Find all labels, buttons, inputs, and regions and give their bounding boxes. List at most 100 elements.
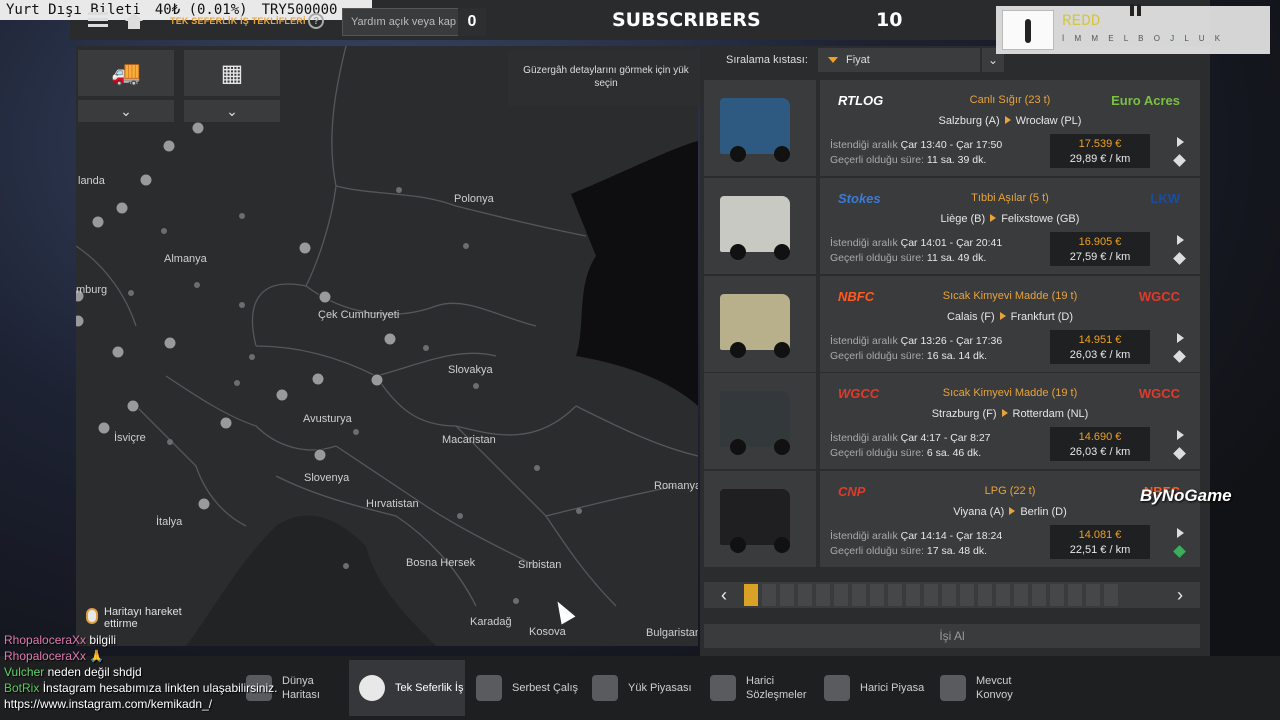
page-indicator[interactable] (906, 584, 920, 606)
diamond-icon (1173, 447, 1186, 460)
play-icon[interactable] (1177, 333, 1184, 343)
take-job-button[interactable]: İşi Al (704, 624, 1200, 648)
map-label-poland: Polonya (454, 193, 494, 205)
page-indicator[interactable] (1032, 584, 1046, 606)
truck-wheel (774, 439, 790, 455)
truck-wheel (774, 342, 790, 358)
validity-label: Geçerli olduğu süre: (830, 447, 924, 459)
menu-icon[interactable] (88, 12, 108, 28)
time-window: İstendiği aralık Çar 13:40 - Çar 17:50 (830, 139, 1002, 151)
tab-convoy[interactable]: Mevcut Konvoy (930, 660, 1044, 716)
tab-cargo-market[interactable]: Yük Piyasası (582, 660, 700, 716)
page-indicator[interactable] (744, 584, 758, 606)
route-to: Berlin (D) (1020, 506, 1067, 518)
page-indicator[interactable] (1014, 584, 1028, 606)
stream-chat: RhopaloceraXx bilgili RhopaloceraXx 🙏 Vu… (4, 632, 277, 712)
play-icon[interactable] (1177, 430, 1184, 440)
page-indicator[interactable] (1086, 584, 1100, 606)
chat-message: bilgili (89, 633, 117, 647)
arrow-right-icon (999, 312, 1006, 320)
tab-external-market[interactable]: Harici Piyasa (814, 660, 928, 716)
page-indicator[interactable] (852, 584, 866, 606)
route-tooltip: Güzergâh detaylarını görmek için yük seç… (508, 50, 704, 106)
page-indicator[interactable] (834, 584, 848, 606)
chat-user: Vulcher (4, 665, 45, 679)
target-company-logo: Euro Acres (1111, 92, 1180, 108)
page-indicator[interactable] (780, 584, 794, 606)
play-icon[interactable] (1177, 528, 1184, 538)
map-move-hint: Haritayı hareket ettirme (86, 606, 206, 630)
truck-thumbnail (704, 178, 816, 274)
price-per-km: 29,89 € / km (1069, 153, 1131, 165)
price-per-km: 26,03 € / km (1069, 446, 1131, 458)
pause-icon[interactable] (1130, 4, 1144, 18)
map-label-netherlands: landa (78, 175, 105, 187)
map-label-italy: İtalya (156, 516, 183, 528)
job-card[interactable]: Stokes Tıbbi Aşılar (5 t) LKW Liège (B) Feli… (704, 178, 1200, 274)
page-indicator[interactable] (762, 584, 776, 606)
sort-select[interactable]: Fiyat (818, 48, 980, 72)
contracts-icon (710, 675, 736, 701)
tab-one-time-job[interactable]: Tek Seferlik İş (349, 660, 465, 716)
route: Salzburg (A) Wrocław (PL) (820, 115, 1200, 127)
home-icon[interactable] (124, 12, 144, 30)
price-box: 16.905 € 27,59 € / km (1050, 232, 1150, 266)
truck-thumbnail (704, 80, 816, 176)
page-indicator[interactable] (798, 584, 812, 606)
time-window-label: İstendiği aralık (830, 237, 898, 249)
time-window-value: Çar 13:40 - Çar 17:50 (900, 139, 1003, 151)
page-indicator[interactable] (924, 584, 938, 606)
cargo-filter-button[interactable]: ▦ (184, 50, 280, 96)
prev-page-button[interactable]: ‹ (704, 582, 744, 608)
page-indicator[interactable] (942, 584, 956, 606)
tab-label: Mevcut Konvoy (976, 675, 1013, 701)
arrow-right-icon (990, 214, 997, 222)
world-map[interactable]: 🚚 ⌄ ▦ ⌄ Polonya Almanya Çek Cumhuriyeti … (76, 46, 698, 646)
map-label-czech: Çek Cumhuriyeti (318, 309, 400, 321)
page-indicator[interactable] (1068, 584, 1082, 606)
truck-thumbnail (704, 471, 816, 567)
job-card[interactable]: WGCC Sıcak Kimyevi Madde (19 t) WGCC Strazb… (704, 373, 1200, 469)
diamond-icon (1173, 252, 1186, 265)
tab-label: Tek Seferlik İş (395, 682, 464, 694)
subscribers-label: SUBSCRIBERS (612, 9, 761, 31)
page-indicator[interactable] (960, 584, 974, 606)
tab-freelance[interactable]: Serbest Çalış (466, 660, 582, 716)
job-card[interactable]: NBFC Sıcak Kimyevi Madde (19 t) WGCC Calais… (704, 276, 1200, 372)
page-indicator[interactable] (870, 584, 884, 606)
truck-thumbnail (704, 276, 816, 372)
play-icon[interactable] (1177, 235, 1184, 245)
page-indicator[interactable] (1050, 584, 1064, 606)
crate-icon (592, 675, 618, 701)
validity: Geçerli olduğu süre: 6 sa. 46 dk. (830, 447, 981, 459)
chat-line: RhopaloceraXx 🙏 (4, 648, 277, 664)
tab-label: Dünya Haritası (282, 675, 320, 701)
search-count: 0 (458, 8, 486, 36)
clock-icon (359, 675, 385, 701)
page-indicator[interactable] (996, 584, 1010, 606)
map-label-bulgaria: Bulgaristan (646, 627, 698, 639)
streamer-avatar (1002, 10, 1054, 50)
chat-line: Vulcher neden değil shdjd (4, 664, 277, 680)
help-icon[interactable]: ? (308, 13, 324, 29)
next-page-button[interactable]: › (1160, 582, 1200, 608)
truck-filter-dropdown[interactable]: ⌄ (78, 100, 174, 122)
cargo-filter-dropdown[interactable]: ⌄ (184, 100, 280, 122)
time-window-label: İstendiği aralık (830, 432, 898, 444)
tab-external-contracts[interactable]: Harici Sözleşmeler (700, 660, 814, 716)
map-label-serbia: Sırbistan (518, 559, 562, 571)
truck-filter-button[interactable]: 🚚 (78, 50, 174, 96)
job-price: 14.690 € (1078, 431, 1122, 443)
page-indicators (744, 582, 1160, 608)
page-indicator[interactable] (978, 584, 992, 606)
page-indicator[interactable] (816, 584, 830, 606)
page-indicator[interactable] (888, 584, 902, 606)
sort-label: Sıralama kıstası: (726, 54, 808, 66)
map-label-slovakia: Slovakya (448, 364, 493, 376)
job-card[interactable]: RTLOG Canlı Sığır (23 t) Euro Acres Salzbur… (704, 80, 1200, 176)
target-company-logo: WGCC (1138, 385, 1180, 401)
job-card[interactable]: CNP LPG (22 t) NBFC Viyana (A) Berlin (D) İst… (704, 471, 1200, 567)
play-icon[interactable] (1177, 137, 1184, 147)
page-indicator[interactable] (1104, 584, 1118, 606)
map-label-slovenia: Slovenya (304, 472, 350, 484)
